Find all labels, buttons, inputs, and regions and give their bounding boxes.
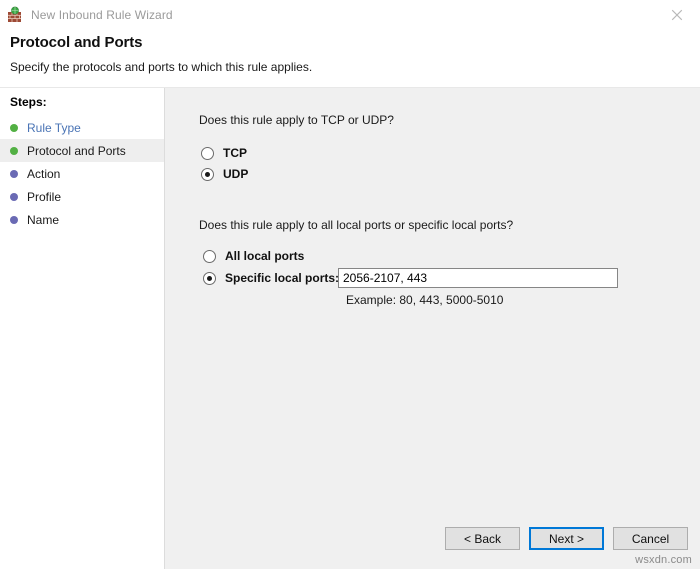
specific-ports-input[interactable] [338,268,618,288]
radio-tcp-indicator[interactable] [201,146,214,160]
radio-tcp[interactable]: TCP [201,146,247,160]
sidebar-item-profile[interactable]: Profile [0,185,164,208]
page-subtitle: Specify the protocols and ports to which… [10,60,313,74]
ports-question: Does this rule apply to all local ports … [199,218,514,232]
title-bar: New Inbound Rule Wizard [0,0,700,30]
radio-udp-label: UDP [223,167,249,181]
step-bullet-icon [10,146,18,155]
radio-specific-local-ports-indicator[interactable] [203,271,216,285]
protocol-question: Does this rule apply to TCP or UDP? [199,113,394,127]
radio-all-local-ports[interactable]: All local ports [203,249,304,263]
sidebar-item-label: Protocol and Ports [27,143,126,158]
sidebar-item-label: Profile [27,189,62,204]
wizard-window: New Inbound Rule Wizard Protocol and Por… [0,0,700,570]
watermark: wsxdn.com [635,554,692,566]
radio-specific-local-ports[interactable]: Specific local ports: [203,271,339,285]
step-bullet-icon [10,169,18,178]
radio-udp-indicator[interactable] [201,167,214,181]
window-title: New Inbound Rule Wizard [31,8,173,22]
sidebar-item-action[interactable]: Action [0,162,164,185]
steps-label: Steps: [10,95,47,109]
back-button[interactable]: < Back [445,527,520,550]
content-panel: Does this rule apply to TCP or UDP? TCP … [165,88,700,569]
step-bullet-icon [10,215,18,224]
radio-all-local-ports-label: All local ports [225,249,305,263]
radio-tcp-label: TCP [223,146,247,160]
sidebar-item-rule-type[interactable]: Rule Type [0,116,164,139]
sidebar-item-protocol-and-ports[interactable]: Protocol and Ports [0,139,164,162]
ports-example-hint: Example: 80, 443, 5000-5010 [346,293,504,307]
radio-udp[interactable]: UDP [201,167,248,181]
radio-specific-local-ports-label: Specific local ports: [225,271,340,285]
wizard-body: Steps: Rule Type Protocol and Ports Acti… [0,88,700,569]
sidebar-item-label: Action [27,166,61,181]
step-bullet-icon [10,123,18,132]
sidebar-item-label: Rule Type [27,120,81,135]
sidebar-item-name[interactable]: Name [0,208,164,231]
firewall-rule-icon [6,6,24,24]
radio-all-local-ports-indicator[interactable] [203,249,216,263]
wizard-button-bar: < Back Next > Cancel [445,527,688,550]
close-icon[interactable] [654,0,700,30]
step-bullet-icon [10,192,18,201]
steps-sidebar: Steps: Rule Type Protocol and Ports Acti… [0,88,165,569]
cancel-button[interactable]: Cancel [613,527,688,550]
page-header: Protocol and Ports Specify the protocols… [0,30,700,88]
next-button[interactable]: Next > [529,527,604,550]
sidebar-item-label: Name [27,212,60,227]
page-title: Protocol and Ports [10,34,143,51]
